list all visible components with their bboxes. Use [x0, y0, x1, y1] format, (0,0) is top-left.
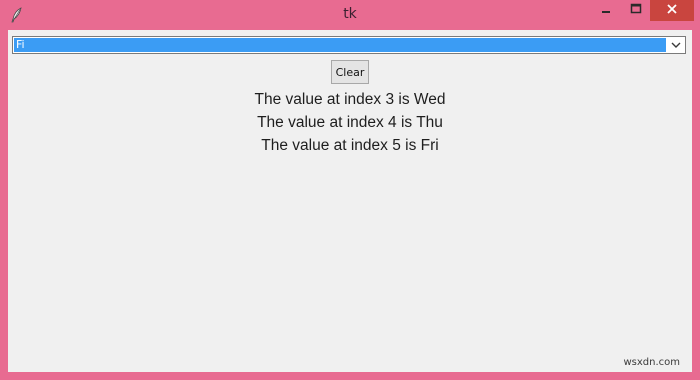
minimize-button[interactable] [592, 0, 620, 21]
minimize-icon [600, 2, 612, 20]
day-combobox[interactable]: Fi [12, 36, 686, 54]
combobox-dropdown-button[interactable] [667, 38, 684, 52]
close-icon [666, 2, 678, 20]
watermark: wsxdn.com [623, 357, 680, 368]
clear-button[interactable]: Clear [331, 60, 369, 84]
output-line: The value at index 3 is Wed [254, 91, 446, 108]
output-line: The value at index 5 is Fri [261, 137, 439, 154]
maximize-icon [630, 2, 642, 20]
chevron-down-icon [671, 36, 681, 54]
combobox-selected-value[interactable]: Fi [14, 38, 666, 52]
close-button[interactable] [650, 0, 694, 21]
output-line: The value at index 4 is Thu [257, 114, 443, 131]
app-window: tk Fi Clear The value at index 3 is Wed … [0, 0, 700, 380]
output-lines: The value at index 3 is Wed The value at… [8, 88, 692, 157]
title-bar[interactable]: tk [0, 0, 700, 30]
maximize-button[interactable] [622, 0, 650, 21]
client-area: Fi Clear The value at index 3 is Wed The… [8, 30, 692, 372]
